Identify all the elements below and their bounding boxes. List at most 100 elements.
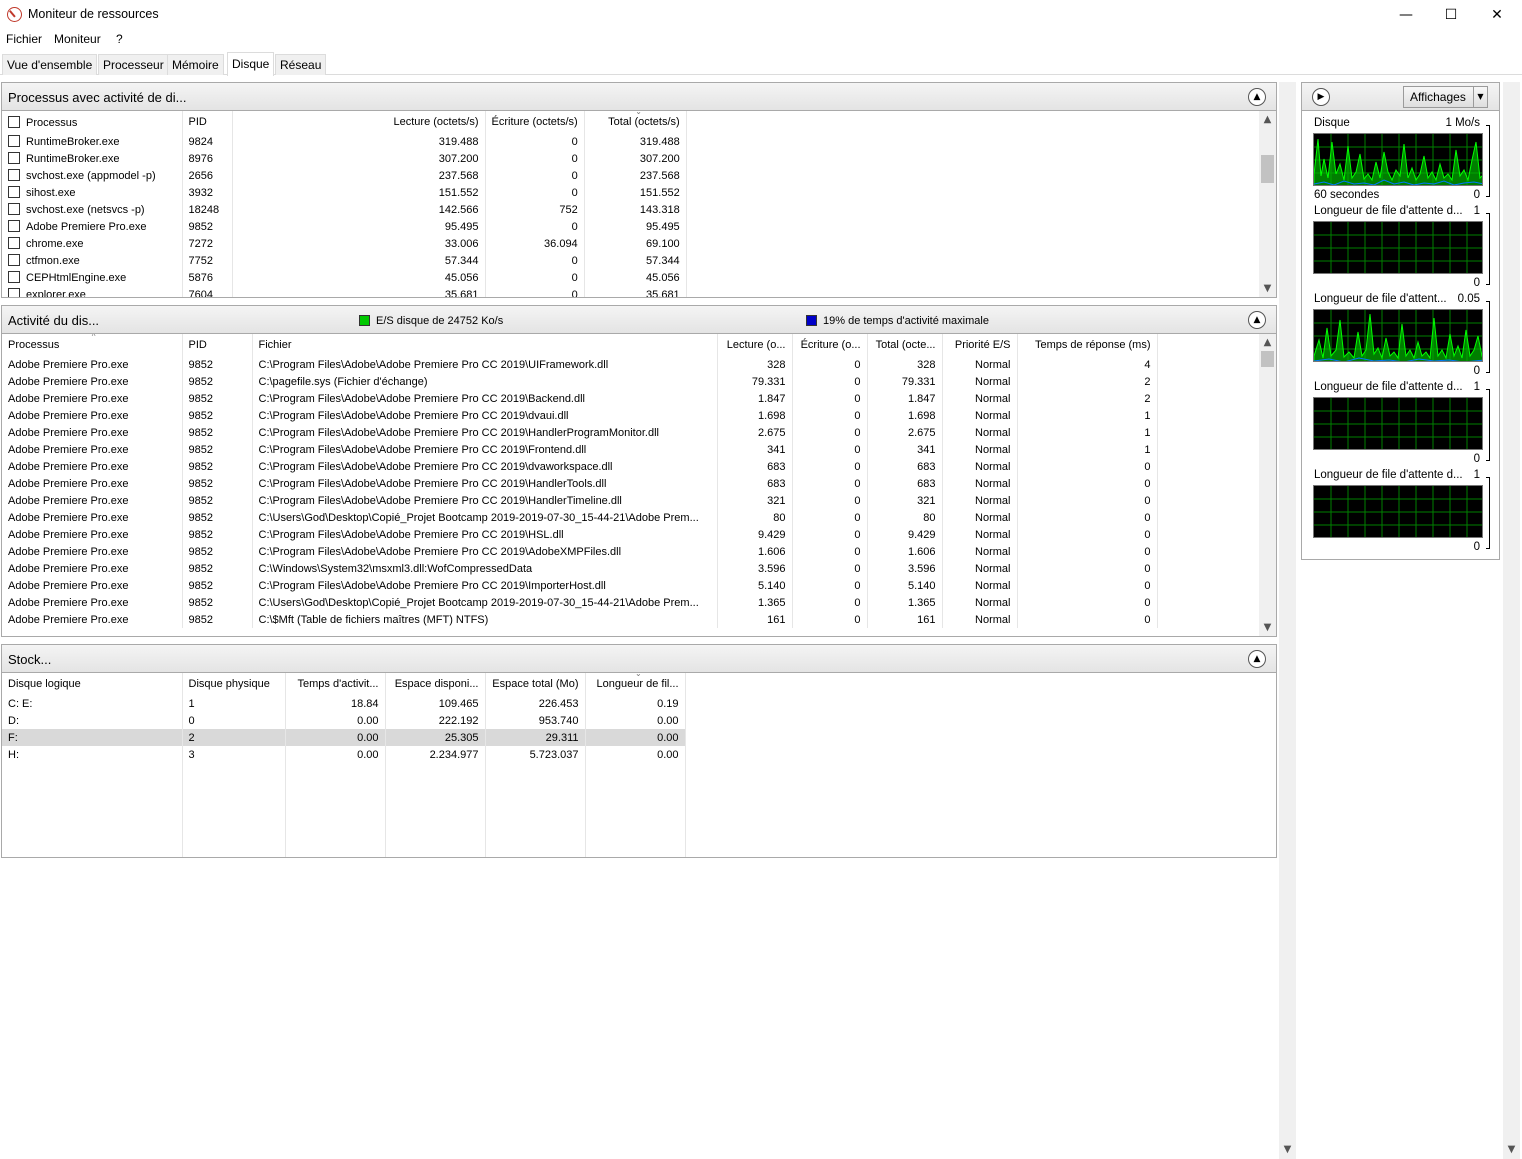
tab-memory[interactable]: Mémoire bbox=[167, 54, 224, 75]
table-cell: 79.331 bbox=[717, 373, 793, 390]
processes-panel-header[interactable]: Processus avec activité de di... ▲ bbox=[2, 83, 1276, 111]
table-row[interactable]: RuntimeBroker.exe 9824 319.488 0 319.488 bbox=[2, 133, 687, 150]
expand-right-icon[interactable]: ▶ bbox=[1312, 88, 1330, 106]
collapse-icon[interactable]: ▲ bbox=[1248, 311, 1266, 329]
col-response-time[interactable]: Temps de réponse (ms) bbox=[1017, 334, 1158, 356]
menu-file[interactable]: Fichier bbox=[6, 32, 42, 46]
table-row[interactable]: svchost.exe (appmodel -p) 2656 237.568 0 237… bbox=[2, 167, 687, 184]
table-row[interactable]: Adobe Premiere Pro.exe 9852 C:\Program Fil… bbox=[2, 492, 1158, 509]
col-queue-length[interactable]: ⌄ Longueur de fil... bbox=[585, 673, 686, 695]
row-checkbox[interactable] bbox=[8, 288, 20, 297]
table-cell: 1.606 bbox=[867, 543, 943, 560]
col-total-space[interactable]: Espace total (Mo) bbox=[485, 673, 586, 695]
table-row[interactable]: Adobe Premiere Pro.exe 9852 C:\Program Fil… bbox=[2, 390, 1158, 407]
views-button[interactable]: Affichages ▼ bbox=[1403, 86, 1488, 108]
table-row[interactable]: CEPHtmlEngine.exe 5876 45.056 0 45.056 bbox=[2, 269, 687, 286]
table-row[interactable]: Adobe Premiere Pro.exe 9852 C:\Windows\Sys… bbox=[2, 560, 1158, 577]
menu-monitor[interactable]: Moniteur bbox=[54, 32, 101, 46]
table-row[interactable]: Adobe Premiere Pro.exe 9852 C:\Program Fil… bbox=[2, 356, 1158, 373]
scroll-down-icon[interactable]: ▼ bbox=[1259, 619, 1276, 636]
tab-overview[interactable]: Vue d'ensemble bbox=[2, 54, 98, 75]
maximize-button[interactable]: ☐ bbox=[1428, 0, 1474, 30]
table-cell: 29.311 bbox=[485, 729, 586, 746]
col-pid[interactable]: PID bbox=[182, 111, 233, 133]
row-checkbox[interactable] bbox=[8, 237, 20, 249]
table-row[interactable]: svchost.exe (netsvcs -p) 18248 142.566 752 1… bbox=[2, 201, 687, 218]
table-row[interactable]: Adobe Premiere Pro.exe 9852 C:\pagefile.sy… bbox=[2, 373, 1158, 390]
table-row[interactable]: Adobe Premiere Pro.exe 9852 C:\Users\God\D… bbox=[2, 509, 1158, 526]
col-read[interactable]: Lecture (o... bbox=[717, 334, 793, 356]
col-file[interactable]: Fichier bbox=[252, 334, 718, 356]
table-row[interactable]: Adobe Premiere Pro.exe 9852 C:\Program Fil… bbox=[2, 407, 1158, 424]
col-process[interactable]: Processus bbox=[2, 111, 183, 133]
collapse-icon[interactable]: ▲ bbox=[1248, 650, 1266, 668]
table-row[interactable]: Adobe Premiere Pro.exe 9852 C:\Users\God\D… bbox=[2, 594, 1158, 611]
table-cell: 0 bbox=[792, 441, 868, 458]
tab-network[interactable]: Réseau bbox=[275, 54, 327, 75]
table-cell: RuntimeBroker.exe bbox=[2, 150, 183, 167]
col-total[interactable]: Total (octe... bbox=[867, 334, 943, 356]
scroll-down-icon[interactable]: ▼ bbox=[1279, 1144, 1296, 1155]
select-all-checkbox[interactable] bbox=[8, 115, 20, 128]
table-row[interactable]: Adobe Premiere Pro.exe 9852 95.495 0 95.495 bbox=[2, 218, 687, 235]
disk-activity-scrollbar[interactable]: ▲ ▼ bbox=[1259, 334, 1276, 636]
side-scrollbar[interactable]: ▼ bbox=[1503, 82, 1520, 1159]
row-checkbox[interactable] bbox=[8, 135, 20, 147]
row-checkbox[interactable] bbox=[8, 152, 20, 164]
table-row[interactable]: Adobe Premiere Pro.exe 9852 C:\Program Fil… bbox=[2, 475, 1158, 492]
table-row[interactable]: chrome.exe 7272 33.006 36.094 69.100 bbox=[2, 235, 687, 252]
table-row[interactable]: explorer.exe 7604 35.681 0 35.681 bbox=[2, 286, 687, 297]
table-cell: Adobe Premiere Pro.exe bbox=[2, 560, 183, 577]
table-row[interactable]: Adobe Premiere Pro.exe 9852 C:\Program Fil… bbox=[2, 424, 1158, 441]
scroll-up-icon[interactable]: ▲ bbox=[1259, 111, 1276, 128]
main-scrollbar[interactable]: ▼ bbox=[1279, 82, 1296, 1159]
table-row[interactable]: Adobe Premiere Pro.exe 9852 C:\Program Fil… bbox=[2, 526, 1158, 543]
disk-activity-panel-header[interactable]: Activité du dis... E/S disque de 24752 K… bbox=[2, 306, 1276, 334]
processes-scrollbar[interactable]: ▲ ▼ bbox=[1259, 111, 1276, 297]
tab-cpu[interactable]: Processeur bbox=[98, 54, 169, 75]
table-row[interactable]: F: 2 0.00 25.305 29.311 0.00 bbox=[2, 729, 686, 746]
table-cell: 1 bbox=[1017, 424, 1158, 441]
col-write[interactable]: Écriture (o... bbox=[792, 334, 868, 356]
scroll-down-icon[interactable]: ▼ bbox=[1259, 280, 1276, 297]
minimize-button[interactable]: — bbox=[1383, 0, 1429, 30]
table-row[interactable]: Adobe Premiere Pro.exe 9852 C:\Program Fil… bbox=[2, 458, 1158, 475]
table-cell: 0 bbox=[792, 492, 868, 509]
scroll-up-icon[interactable]: ▲ bbox=[1259, 334, 1276, 351]
table-row[interactable]: C: E: 1 18.84 109.465 226.453 0.19 bbox=[2, 695, 686, 712]
col-pid[interactable]: PID bbox=[182, 334, 253, 356]
col-physical-disk[interactable]: Disque physique bbox=[182, 673, 286, 695]
row-checkbox[interactable] bbox=[8, 254, 20, 266]
row-checkbox[interactable] bbox=[8, 220, 20, 232]
table-row[interactable]: D: 0 0.00 222.192 953.740 0.00 bbox=[2, 712, 686, 729]
chevron-down-icon[interactable]: ▼ bbox=[1473, 87, 1487, 107]
collapse-icon[interactable]: ▲ bbox=[1248, 88, 1266, 106]
col-process[interactable]: ^ Processus bbox=[2, 334, 183, 356]
table-row[interactable]: Adobe Premiere Pro.exe 9852 C:\$Mft (Table… bbox=[2, 611, 1158, 628]
col-read[interactable]: Lecture (octets/s) bbox=[232, 111, 486, 133]
close-button[interactable]: ✕ bbox=[1474, 0, 1520, 30]
table-row[interactable]: ctfmon.exe 7752 57.344 0 57.344 bbox=[2, 252, 687, 269]
row-checkbox[interactable] bbox=[8, 169, 20, 181]
table-row[interactable]: RuntimeBroker.exe 8976 307.200 0 307.200 bbox=[2, 150, 687, 167]
col-available-space[interactable]: Espace disponi... bbox=[385, 673, 486, 695]
tab-disk[interactable]: Disque bbox=[227, 52, 275, 76]
scroll-thumb[interactable] bbox=[1261, 155, 1274, 183]
col-logical-disk[interactable]: Disque logique bbox=[2, 673, 183, 695]
col-write[interactable]: Écriture (octets/s) bbox=[485, 111, 585, 133]
scroll-thumb[interactable] bbox=[1261, 351, 1274, 367]
col-io-priority[interactable]: Priorité E/S bbox=[942, 334, 1018, 356]
col-active-time[interactable]: Temps d'activit... bbox=[285, 673, 386, 695]
table-row[interactable]: sihost.exe 3932 151.552 0 151.552 bbox=[2, 184, 687, 201]
table-row[interactable]: Adobe Premiere Pro.exe 9852 C:\Program Fil… bbox=[2, 441, 1158, 458]
row-checkbox[interactable] bbox=[8, 186, 20, 198]
row-checkbox[interactable] bbox=[8, 203, 20, 215]
table-row[interactable]: Adobe Premiere Pro.exe 9852 C:\Program Fil… bbox=[2, 577, 1158, 594]
row-checkbox[interactable] bbox=[8, 271, 20, 283]
table-row[interactable]: H: 3 0.00 2.234.977 5.723.037 0.00 bbox=[2, 746, 686, 763]
menu-help[interactable]: ? bbox=[116, 32, 123, 46]
col-total[interactable]: ⌄ Total (octets/s) bbox=[584, 111, 687, 133]
storage-panel-header[interactable]: Stock... ▲ bbox=[2, 645, 1276, 673]
scroll-down-icon[interactable]: ▼ bbox=[1503, 1144, 1520, 1155]
table-row[interactable]: Adobe Premiere Pro.exe 9852 C:\Program Fil… bbox=[2, 543, 1158, 560]
